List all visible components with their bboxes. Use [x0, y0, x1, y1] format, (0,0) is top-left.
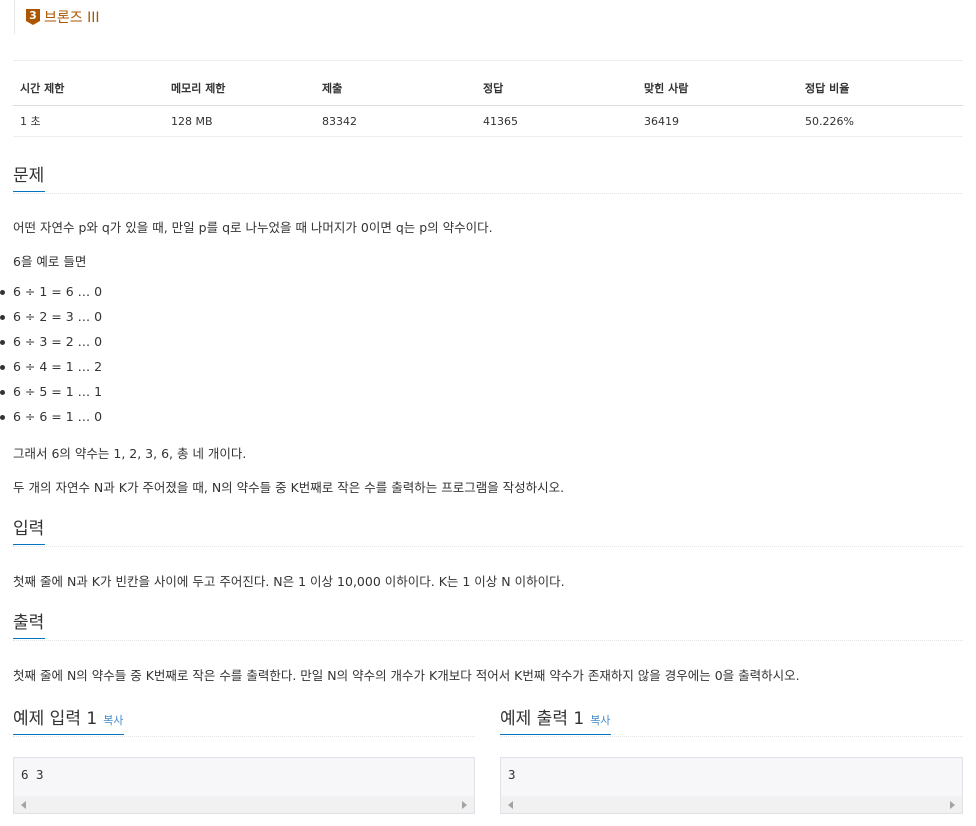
tier-indicator[interactable]: 3 브론즈 III: [14, 0, 99, 34]
output-title: 출력: [13, 608, 46, 639]
sample-input-title: 예제 입력 1 복사: [13, 704, 125, 735]
header-memory-limit: 메모리 제한: [164, 77, 315, 106]
problem-description-2: 6을 예로 들면: [13, 254, 87, 269]
output-section-header: 출력: [13, 608, 963, 641]
list-item-text: 6 ÷ 5 = 1 … 1: [13, 384, 103, 399]
section-head: 문제: [13, 161, 963, 194]
bullet-icon: [0, 390, 5, 395]
bullet-icon: [0, 315, 5, 320]
scroll-right-arrow-icon[interactable]: [462, 801, 467, 809]
problem-description-1: 어떤 자연수 p와 q가 있을 때, 만일 p를 q로 나누었을 때 나머지가 …: [13, 220, 493, 235]
value-time-limit: 1 초: [13, 105, 164, 137]
bullet-icon: [0, 365, 5, 370]
sample-output-title-text: 예제 출력 1: [500, 709, 585, 729]
list-item: 6 ÷ 2 = 3 … 0: [0, 309, 103, 324]
problem-title: 문제: [13, 161, 46, 192]
horizontal-scrollbar[interactable]: [501, 796, 962, 813]
section-head: 예제 입력 1 복사: [13, 704, 475, 737]
scroll-left-arrow-icon[interactable]: [508, 801, 513, 809]
sample-output-header: 예제 출력 1 복사: [500, 704, 963, 737]
list-item-text: 6 ÷ 1 = 6 … 0: [13, 284, 103, 299]
sample-output-content: 3: [508, 767, 516, 782]
input-section-header: 입력: [13, 514, 963, 547]
list-item-text: 6 ÷ 2 = 3 … 0: [13, 309, 103, 324]
header-accepted: 정답: [476, 77, 637, 106]
sample-input-box[interactable]: 6 3: [13, 757, 475, 814]
list-item-text: 6 ÷ 6 = 1 … 0: [13, 409, 103, 424]
copy-sample-output-button[interactable]: 복사: [590, 714, 610, 727]
input-description: 첫째 줄에 N과 K가 빈칸을 사이에 두고 주어진다. N은 1 이상 10,…: [13, 574, 565, 589]
list-item: 6 ÷ 4 = 1 … 2: [0, 359, 103, 374]
scroll-left-arrow-icon[interactable]: [21, 801, 26, 809]
header-ratio: 정답 비율: [798, 77, 963, 106]
output-description: 첫째 줄에 N의 약수들 중 K번째로 작은 수를 출력한다. 만일 N의 약수…: [13, 668, 800, 683]
sample-output-box[interactable]: 3: [500, 757, 963, 814]
copy-sample-input-button[interactable]: 복사: [103, 714, 123, 727]
sample-output-title: 예제 출력 1 복사: [500, 704, 612, 735]
divider: [13, 60, 963, 61]
value-solvers: 36419: [637, 105, 798, 137]
value-submissions: 83342: [315, 105, 476, 137]
scroll-right-arrow-icon[interactable]: [950, 801, 955, 809]
section-head: 예제 출력 1 복사: [500, 704, 963, 737]
bullet-icon: [0, 415, 5, 420]
table-row: 1 초 128 MB 83342 41365 36419 50.226%: [13, 105, 963, 137]
list-item: 6 ÷ 5 = 1 … 1: [0, 384, 103, 399]
header-solvers: 맞힌 사람: [637, 77, 798, 106]
list-item-text: 6 ÷ 3 = 2 … 0: [13, 334, 103, 349]
section-head: 입력: [13, 514, 963, 547]
bronze-tier-icon: 3: [26, 9, 40, 25]
horizontal-scrollbar[interactable]: [14, 796, 474, 813]
table-header-row: 시간 제한 메모리 제한 제출 정답 맞힌 사람 정답 비율: [13, 77, 963, 106]
bullet-icon: [0, 290, 5, 295]
list-item: 6 ÷ 3 = 2 … 0: [0, 334, 103, 349]
value-accepted: 41365: [476, 105, 637, 137]
bullet-icon: [0, 340, 5, 345]
list-item: 6 ÷ 1 = 6 … 0: [0, 284, 103, 299]
value-ratio: 50.226%: [798, 105, 963, 137]
problem-section-header: 문제: [13, 161, 963, 194]
problem-description-4: 두 개의 자연수 N과 K가 주어졌을 때, N의 약수들 중 K번째로 작은 …: [13, 480, 565, 495]
list-item-text: 6 ÷ 4 = 1 … 2: [13, 359, 103, 374]
value-memory-limit: 128 MB: [164, 105, 315, 137]
sample-input-title-text: 예제 입력 1: [13, 709, 98, 729]
sample-input-content: 6 3: [21, 767, 44, 782]
tier-label: 브론즈 III: [44, 10, 100, 26]
input-title: 입력: [13, 514, 46, 545]
problem-description-3: 그래서 6의 약수는 1, 2, 3, 6, 총 네 개이다.: [13, 446, 247, 461]
sample-input-header: 예제 입력 1 복사: [13, 704, 475, 737]
section-head: 출력: [13, 608, 963, 641]
list-item: 6 ÷ 6 = 1 … 0: [0, 409, 103, 424]
problem-page: 3 브론즈 III 시간 제한 메모리 제한 제출 정답 맞힌 사람 정답 비율…: [0, 0, 976, 826]
header-time-limit: 시간 제한: [13, 77, 164, 106]
header-submissions: 제출: [315, 77, 476, 106]
problem-info-table: 시간 제한 메모리 제한 제출 정답 맞힌 사람 정답 비율 1 초 128 M…: [13, 77, 963, 137]
